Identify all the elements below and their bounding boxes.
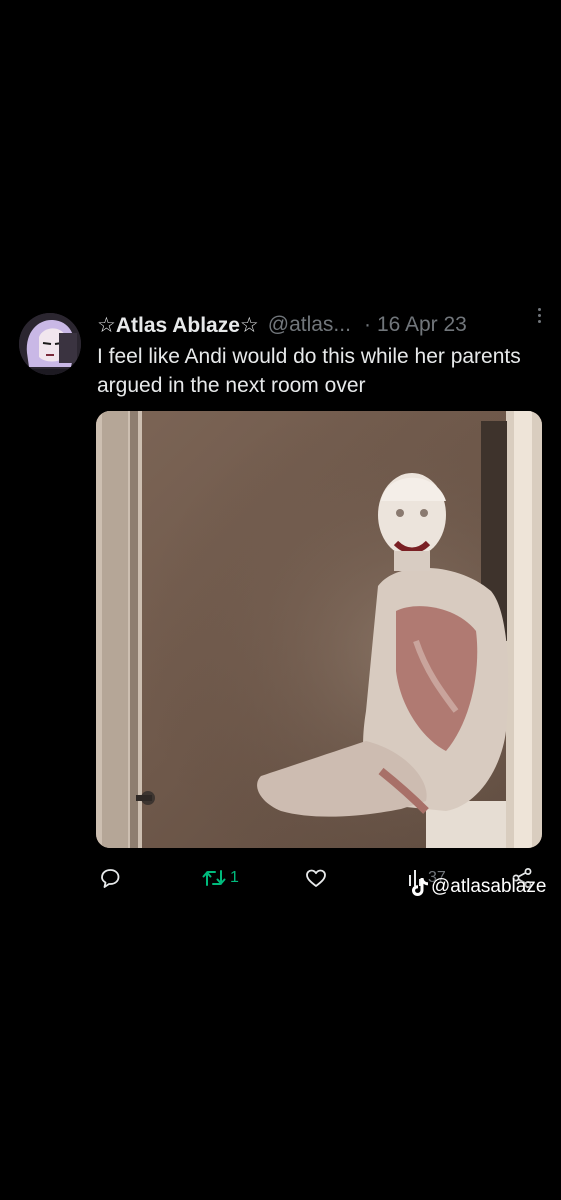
tweet-header: ☆Atlas Ablaze☆ @atlas... · 16 Apr 23: [97, 310, 547, 340]
avatar[interactable]: [19, 313, 81, 375]
display-name[interactable]: ☆Atlas Ablaze☆: [97, 313, 259, 338]
retweet-button[interactable]: 1: [201, 866, 239, 890]
separator-dot: ·: [363, 313, 371, 336]
heart-icon: [306, 869, 326, 887]
user-handle[interactable]: @atlas...: [268, 313, 351, 337]
tweet-date[interactable]: 16 Apr 23: [377, 313, 467, 337]
like-button[interactable]: [304, 866, 328, 890]
retweet-icon: [202, 870, 226, 886]
reply-button[interactable]: [98, 866, 122, 890]
tweet-photo[interactable]: [96, 411, 542, 848]
tiktok-watermark: @atlasablaze: [411, 876, 546, 898]
speech-bubble-icon: [101, 869, 120, 888]
more-options-icon[interactable]: [533, 306, 545, 326]
watermark-handle: @atlasablaze: [431, 876, 547, 897]
tweet-text: I feel like Andi would do this while her…: [97, 345, 521, 397]
tiktok-icon: [412, 878, 428, 896]
photo-image: [96, 411, 542, 848]
retweet-count: 1: [230, 869, 239, 886]
